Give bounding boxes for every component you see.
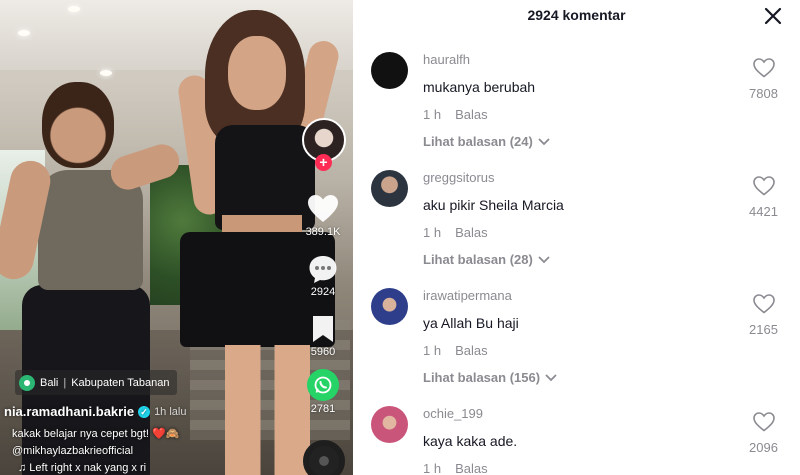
plus-icon[interactable]: +	[315, 154, 332, 171]
chevron-down-icon	[545, 373, 557, 381]
comment-meta: 1 h Balas	[423, 343, 488, 358]
comment-username[interactable]: hauralfh	[423, 52, 470, 67]
comment-username[interactable]: greggsitorus	[423, 170, 495, 185]
comment-text: mukanya berubah	[423, 79, 536, 95]
dancer-left-head	[42, 82, 114, 168]
comment-username[interactable]: irawatipermana	[423, 288, 512, 303]
bookmark-button[interactable]: 5960	[298, 314, 348, 358]
comment-like-count: 4421	[749, 204, 778, 219]
heart-outline-icon	[752, 58, 775, 78]
chevron-down-icon	[538, 137, 550, 145]
author-name[interactable]: nia.ramadhani.bakrie	[4, 404, 134, 419]
bookmark-count: 5960	[310, 346, 336, 358]
comments-title: 2924 komentar	[527, 7, 626, 23]
music-disc-icon[interactable]	[303, 440, 345, 475]
comment-meta: 1 h Balas	[423, 225, 488, 240]
comment-time: 1 h	[423, 107, 442, 122]
comment-like-count: 7808	[749, 86, 778, 101]
like-count: 389.1K	[305, 226, 341, 238]
comment-time: 1 h	[423, 461, 442, 475]
caption-mention[interactable]: @mikhaylazbakrieofficial	[12, 445, 133, 457]
like-button[interactable]: 389.1K	[298, 194, 348, 238]
view-replies-label: Lihat balasan (156)	[423, 370, 541, 385]
ceiling-light	[18, 30, 30, 36]
post-time: 1h lalu	[154, 405, 187, 418]
view-replies-button[interactable]: Lihat balasan (28)	[423, 252, 551, 267]
heart-icon	[308, 195, 338, 222]
comment-time: 1 h	[423, 225, 442, 240]
location-region: Kabupaten Tabanan	[71, 376, 170, 389]
view-replies-button[interactable]: Lihat balasan (24)	[423, 134, 551, 149]
comment-button[interactable]: 2924	[298, 254, 348, 298]
heart-outline-icon	[752, 176, 775, 196]
heart-outline-icon	[752, 412, 775, 432]
comment-count: 2924	[310, 286, 336, 298]
ceiling-light	[100, 70, 112, 76]
avatar[interactable]	[371, 52, 408, 89]
location-pin-icon	[19, 374, 35, 391]
comment-bubble-icon	[309, 256, 337, 283]
comment-text: kaya kaka ade.	[423, 433, 518, 449]
comment-like-button[interactable]: 4421	[741, 176, 786, 219]
avatar[interactable]	[371, 170, 408, 207]
avatar[interactable]	[371, 288, 408, 325]
comment-meta: 1 h Balas	[423, 107, 488, 122]
comment-username[interactable]: ochie_199	[423, 406, 483, 421]
share-count: 2781	[310, 403, 336, 415]
music-title[interactable]: ♫ Left right x nak yang x ri	[18, 462, 146, 474]
ceiling-light	[68, 6, 80, 12]
comments-panel: 2924 komentar hauralfh mukanya berubah 1…	[353, 0, 800, 475]
comment-time: 1 h	[423, 343, 442, 358]
heart-outline-icon	[752, 294, 775, 314]
view-replies-button[interactable]: Lihat balasan (156)	[423, 370, 558, 385]
comment-like-count: 2165	[749, 322, 778, 337]
location-separator: |	[63, 376, 67, 389]
view-replies-label: Lihat balasan (28)	[423, 252, 533, 267]
chevron-down-icon	[538, 255, 550, 263]
comment-like-button[interactable]: 2096	[741, 412, 786, 455]
comment-like-button[interactable]: 7808	[741, 58, 786, 101]
video-author[interactable]: nia.ramadhani.bakrie ✓ 1h lalu	[4, 404, 186, 419]
close-icon[interactable]	[761, 4, 785, 28]
video-caption: kakak belajar nya cepet bgt! ❤️🙈	[12, 428, 180, 440]
bookmark-icon	[313, 316, 333, 342]
location-tag[interactable]: Bali | Kabupaten Tabanan	[15, 370, 178, 395]
comment-meta: 1 h Balas	[423, 461, 488, 475]
reply-button[interactable]: Balas	[455, 225, 488, 240]
verified-badge-icon: ✓	[138, 405, 151, 418]
whatsapp-icon	[307, 369, 339, 401]
reply-button[interactable]: Balas	[455, 461, 488, 475]
video-player[interactable]: + 389.1K 2924 5960 2781 Bali | Kabupaten…	[0, 0, 353, 475]
view-replies-label: Lihat balasan (24)	[423, 134, 533, 149]
dancer-right-face	[228, 36, 286, 110]
comment-text: ya Allah Bu haji	[423, 315, 519, 331]
avatar[interactable]	[371, 406, 408, 443]
comment-text: aku pikir Sheila Marcia	[423, 197, 564, 213]
comment-like-count: 2096	[749, 440, 778, 455]
reply-button[interactable]: Balas	[455, 343, 488, 358]
share-button[interactable]: 2781	[298, 369, 348, 415]
location-city: Bali	[40, 376, 59, 389]
comment-like-button[interactable]: 2165	[741, 294, 786, 337]
reply-button[interactable]: Balas	[455, 107, 488, 122]
